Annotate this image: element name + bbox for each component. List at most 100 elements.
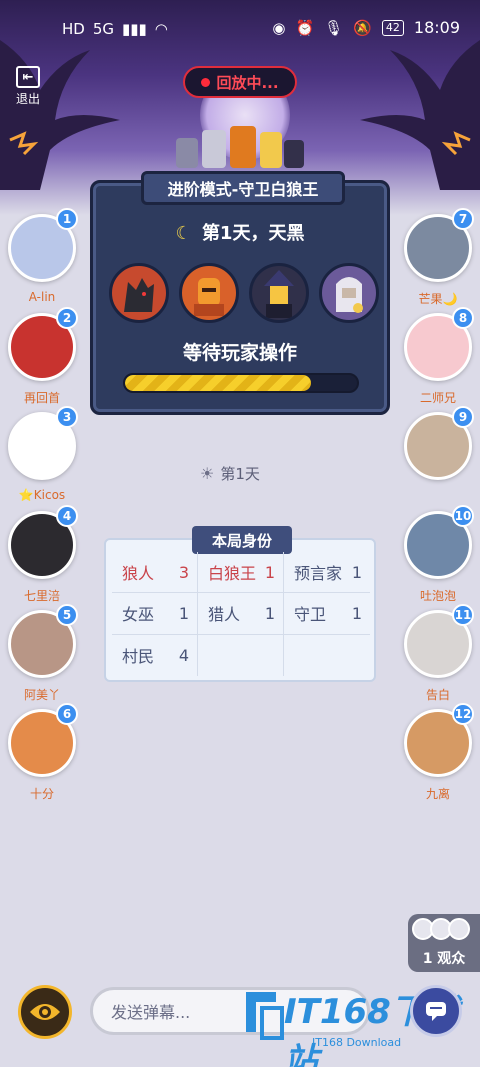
- player-name: 七里涪: [23, 589, 60, 603]
- player-seat-7[interactable]: 7 芒果🌙: [400, 208, 476, 307]
- exit-label: 退出: [15, 92, 40, 106]
- roles-grid: 狼人 3 白狼王 1 预言家 1 女巫 1 猎人 1 守卫 1 村民 4: [112, 552, 370, 676]
- danmu-placeholder: 发送弹幕...: [111, 1003, 191, 1022]
- clock: 18:09: [413, 18, 460, 37]
- role-count: 1: [351, 562, 362, 582]
- player-seat-11[interactable]: 11 告白: [400, 604, 476, 703]
- player-seat-2[interactable]: 2 再回首: [4, 307, 80, 406]
- seer-role-icon: [319, 263, 379, 323]
- role-count: 1: [264, 603, 275, 623]
- role-count-cell: [198, 634, 284, 676]
- mute-icon: 🔕: [353, 18, 372, 37]
- progress-fill: [125, 375, 311, 391]
- role-count-cell: 村民 4: [112, 634, 198, 676]
- signal-icon: ▮▮▮: [122, 20, 147, 38]
- battery-icon: 42: [381, 19, 404, 36]
- mic-icon: 🎙: [324, 18, 344, 37]
- role-count: 4: [178, 645, 189, 665]
- seat-number-badge: 6: [56, 703, 78, 725]
- role-characters-illustration: [176, 126, 304, 168]
- watermark-logo-mark: [246, 992, 284, 1040]
- countdown-progress-bar: [123, 373, 359, 393]
- day-divider-label: 第1天: [220, 464, 260, 483]
- exit-icon: ⇤: [16, 66, 40, 88]
- game-screen: HD 5G ▮▮▮ ◠ ◉ ⏰ 🎙 🔕 42 18:09 ⇤ 退出 回放中...…: [0, 0, 480, 1067]
- seat-number-badge: 2: [56, 307, 78, 329]
- role-count-cell: 猎人 1: [198, 593, 284, 635]
- player-seat-9[interactable]: 9: [400, 406, 476, 488]
- game-roles-card: 本局身份 狼人 3 白狼王 1 预言家 1 女巫 1 猎人 1 守卫 1 村民 4: [104, 526, 376, 682]
- role-count-cell: [284, 635, 370, 676]
- status-bar: HD 5G ▮▮▮ ◠ ◉ ⏰ 🎙 🔕 42 18:09: [0, 0, 480, 58]
- seat-number-badge: 8: [452, 307, 474, 329]
- seat-number-badge: 3: [56, 406, 78, 428]
- player-name: ⭐Kicos: [18, 488, 66, 502]
- role-name: 白狼王: [208, 564, 257, 584]
- replay-status-badge: 回放中...: [183, 66, 297, 98]
- witch-role-icon: [249, 263, 309, 323]
- role-count: 3: [178, 562, 189, 582]
- eye-comfort-icon: ◉: [272, 18, 286, 37]
- day-divider: ☀ 第1天: [200, 462, 290, 484]
- player-name: 二师兄: [419, 391, 456, 405]
- role-count-cell: 白狼王 1: [198, 552, 284, 594]
- day-night-status: ☾ 第1天，天黑: [93, 219, 387, 245]
- player-seat-6[interactable]: 6 十分: [4, 703, 80, 802]
- chat-icon: [426, 1002, 446, 1021]
- player-seat-8[interactable]: 8 二师兄: [400, 307, 476, 406]
- audience-avatar: [448, 918, 470, 940]
- seat-number-badge: 4: [56, 505, 78, 527]
- player-name: 再回首: [23, 391, 60, 405]
- guard-role-icon: [179, 263, 239, 323]
- player-seat-4[interactable]: 4 七里涪: [4, 505, 80, 604]
- role-name: 猎人: [208, 605, 241, 625]
- view-roles-eye-button[interactable]: [18, 985, 72, 1039]
- player-seat-3[interactable]: 3 ⭐Kicos: [4, 406, 80, 502]
- sun-icon: ☀: [200, 463, 215, 483]
- player-name: A-lin: [28, 290, 56, 304]
- audience-count: 1 观众: [422, 951, 466, 967]
- day-night-text: 第1天，天黑: [201, 223, 305, 244]
- audience-avatars: [412, 918, 470, 940]
- player-name: 芒果🌙: [418, 292, 458, 306]
- player-name: 告白: [425, 688, 450, 702]
- seat-number-badge: 1: [56, 208, 78, 230]
- watermark-subtext: IT168 Download: [312, 1036, 402, 1049]
- network-indicator: 5G: [92, 20, 115, 38]
- seat-number-badge: 12: [452, 703, 474, 725]
- night-phase-panel: 进阶模式-守卫白狼王 ☾ 第1天，天黑 等待玩家操作: [90, 171, 390, 415]
- wifi-icon: ◠: [154, 20, 168, 38]
- role-count: 1: [351, 603, 362, 623]
- seat-number-badge: 5: [56, 604, 78, 626]
- player-seat-1[interactable]: 1 A-lin: [4, 208, 80, 304]
- roles-card-title: 本局身份: [192, 526, 292, 554]
- seat-number-badge: 7: [452, 208, 474, 230]
- player-seat-5[interactable]: 5 阿美丫: [4, 604, 80, 703]
- role-name: 女巫: [122, 605, 155, 625]
- seat-number-badge: 10: [452, 505, 474, 527]
- role-name: 守卫: [294, 605, 327, 625]
- role-count-cell: 女巫 1: [112, 593, 198, 635]
- player-seat-12[interactable]: 12 九离: [400, 703, 476, 802]
- role-name: 村民: [122, 647, 155, 667]
- exit-button[interactable]: ⇤ 退出: [8, 66, 48, 108]
- audience-button[interactable]: 1 观众: [408, 914, 480, 972]
- game-mode-title: 进阶模式-守卫白狼王: [141, 171, 345, 205]
- werewolf-role-icon: [109, 263, 169, 323]
- role-count: 1: [178, 603, 189, 623]
- seat-number-badge: 11: [452, 604, 474, 626]
- hd-indicator: HD: [62, 20, 85, 38]
- player-seat-10[interactable]: 10 吐泡泡: [400, 505, 476, 604]
- seat-number-badge: 9: [452, 406, 474, 428]
- role-count-cell: 守卫 1: [284, 593, 370, 635]
- role-count-cell: 狼人 3: [112, 552, 198, 594]
- player-name: 九离: [425, 787, 450, 801]
- replay-label: 回放中...: [216, 73, 279, 92]
- alarm-icon: ⏰: [295, 18, 315, 37]
- role-count: 1: [264, 562, 275, 582]
- crescent-moon-icon: ☾: [175, 223, 192, 244]
- role-count-cell: 预言家 1: [284, 552, 370, 594]
- player-name: 阿美丫: [23, 688, 60, 702]
- role-name: 狼人: [122, 564, 155, 584]
- chat-button[interactable]: [410, 985, 462, 1037]
